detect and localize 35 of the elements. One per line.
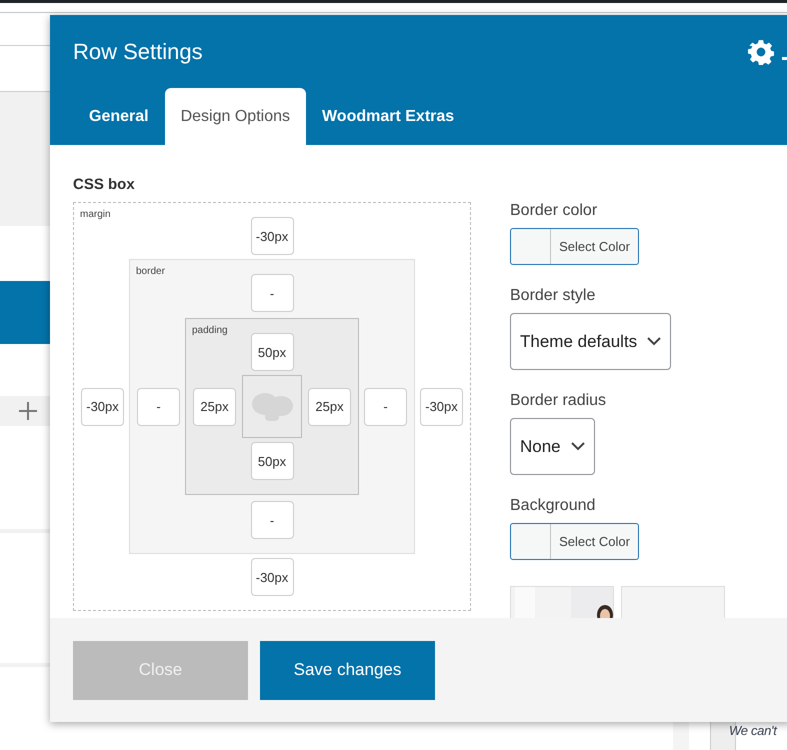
field-label: Border radius	[510, 392, 608, 411]
field-label: Background	[510, 497, 596, 516]
input-field[interactable]: 50px	[250, 442, 294, 480]
input-field[interactable]: -	[250, 274, 294, 312]
tab[interactable]: General	[73, 88, 165, 145]
input-field[interactable]: -	[137, 388, 180, 426]
section-title: CSS box	[73, 176, 136, 193]
input-field[interactable]: -30px	[250, 217, 294, 255]
input-field[interactable]: 50px	[250, 333, 294, 371]
tab[interactable]: Woodmart Extras	[306, 88, 470, 145]
chevron-icon	[647, 337, 662, 346]
body-text: We can't	[729, 723, 777, 738]
input-field[interactable]: 25px	[193, 388, 236, 426]
input-field[interactable]: -30px	[250, 558, 294, 596]
select-dropdown[interactable]: Theme defaults	[510, 313, 672, 370]
color-picker[interactable]: Select Color	[510, 228, 639, 265]
field-label: Border color	[510, 202, 598, 221]
header-bar	[0, 281, 50, 344]
save-button[interactable]: Save changes	[260, 640, 435, 700]
box-label: margin	[80, 209, 111, 220]
settings-icon[interactable]	[748, 38, 774, 64]
box-label: padding	[192, 325, 228, 336]
input-field[interactable]: -30px	[420, 388, 463, 426]
chevron-icon	[570, 442, 585, 451]
input-field[interactable]: -	[250, 501, 294, 539]
color-picker[interactable]: Select Color	[510, 523, 639, 560]
box-label: border	[136, 266, 165, 277]
input-field[interactable]: 25px	[308, 388, 351, 426]
dialog-title: Row Settings	[73, 38, 204, 64]
tab[interactable]: Design Options	[164, 88, 306, 145]
plus-icon[interactable]	[18, 401, 38, 421]
field-label: Border style	[510, 287, 596, 306]
input-field[interactable]: -	[364, 388, 407, 426]
select-dropdown[interactable]: None	[510, 418, 595, 475]
input-field[interactable]: -30px	[81, 388, 124, 426]
